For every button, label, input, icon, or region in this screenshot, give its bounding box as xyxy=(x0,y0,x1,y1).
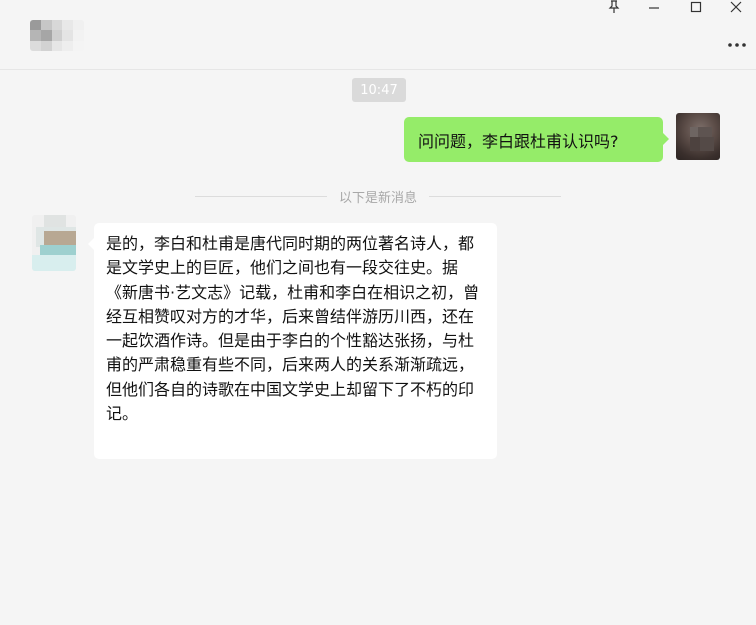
pin-icon xyxy=(608,0,620,18)
minimize-button[interactable] xyxy=(642,0,666,18)
more-icon xyxy=(727,33,747,52)
close-button[interactable] xyxy=(724,0,748,18)
divider-line-left xyxy=(195,195,327,197)
maximize-icon xyxy=(690,1,702,17)
contact-avatar[interactable] xyxy=(32,215,76,271)
minimize-icon xyxy=(648,1,660,17)
more-options-button[interactable] xyxy=(726,34,748,50)
close-icon xyxy=(730,1,742,17)
chat-header xyxy=(0,0,756,70)
outgoing-message-bubble[interactable]: 问问题，李白跟杜甫认识吗? xyxy=(404,117,669,162)
message-timestamp: 10:47 xyxy=(352,78,406,102)
new-messages-divider: 以下是新消息 xyxy=(195,188,562,206)
divider-line-right xyxy=(429,195,562,197)
divider-label: 以下是新消息 xyxy=(339,190,418,206)
pin-button[interactable] xyxy=(602,0,626,18)
maximize-button[interactable] xyxy=(684,0,708,18)
my-avatar[interactable] xyxy=(676,113,720,160)
incoming-message-bubble[interactable]: 是的，李白和杜甫是唐代同时期的两位著名诗人，都是文学史上的巨匠，他们之间也有一段… xyxy=(88,223,497,459)
contact-name-blurred xyxy=(30,20,84,51)
